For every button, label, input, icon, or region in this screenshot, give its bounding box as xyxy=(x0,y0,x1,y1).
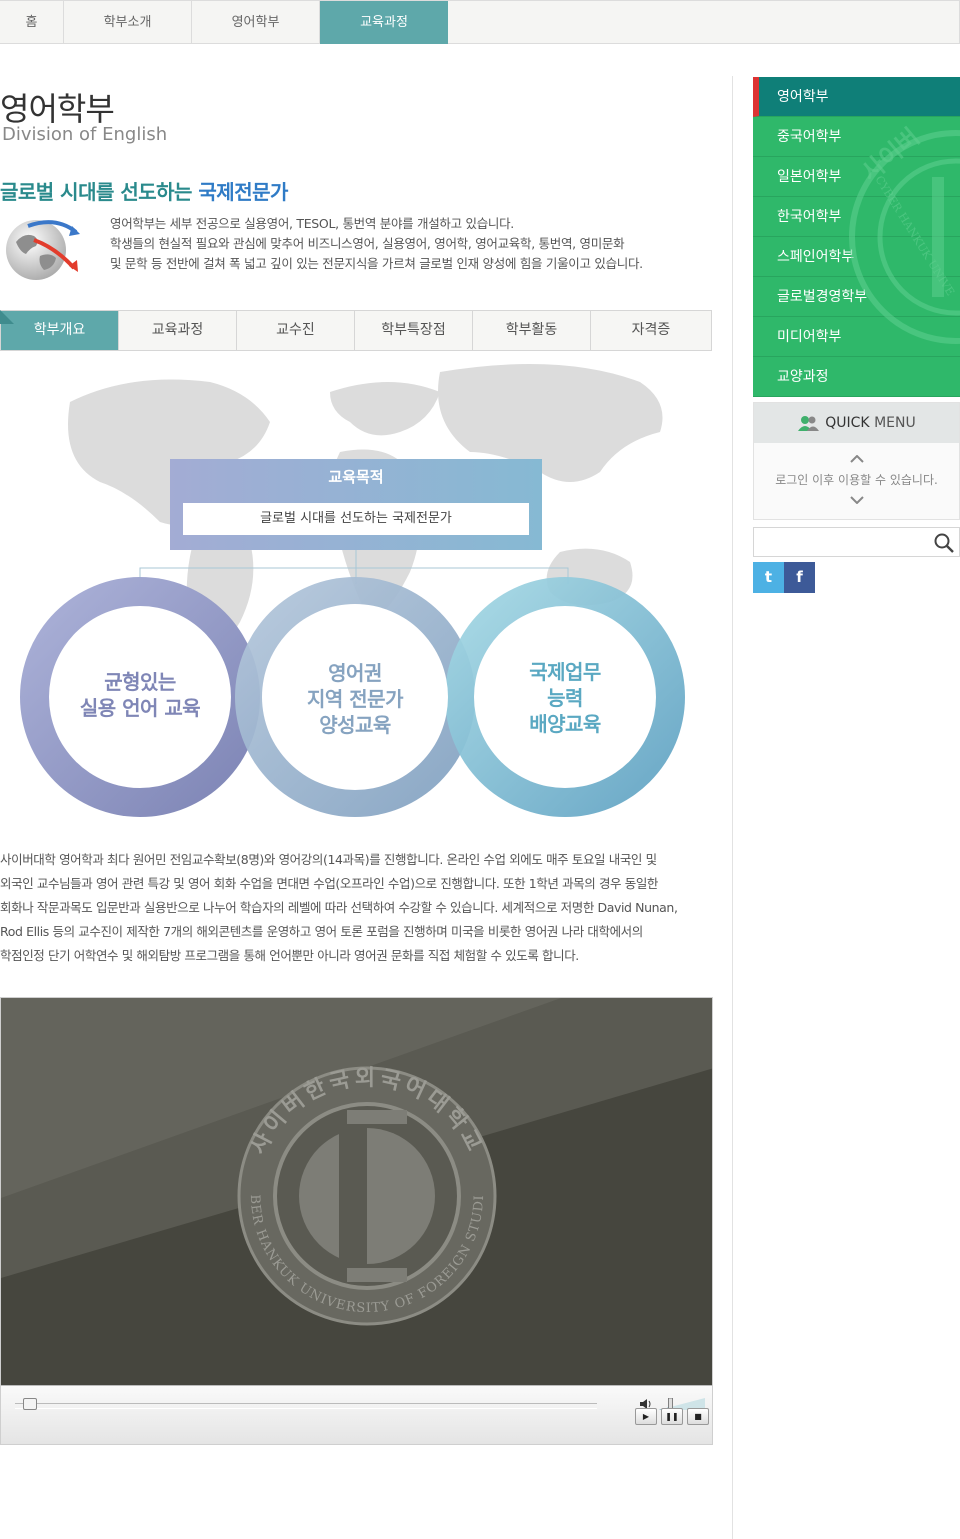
search-box xyxy=(753,527,960,557)
headline-part2: 국제전문가 xyxy=(198,180,288,204)
tab-faculty[interactable]: 교수진 xyxy=(237,311,355,350)
description-line: Rod Ellis 등의 교수진이 제작한 7개의 해외콘텐츠를 운영하고 영어… xyxy=(0,924,643,939)
intro-text: 영어학부는 세부 전공으로 실용영어, TESOL, 통번역 분야를 개설하고 … xyxy=(110,214,643,274)
facebook-icon: f xyxy=(796,568,803,586)
sidebar-item-korean[interactable]: 한국어학부 xyxy=(753,197,960,237)
breadcrumb-about[interactable]: 학부소개 xyxy=(64,1,192,44)
pause-button[interactable]: ❚❚ xyxy=(661,1408,683,1425)
seek-bar[interactable] xyxy=(15,1403,597,1409)
tab-curriculum[interactable]: 교육과정 xyxy=(119,311,237,350)
goal-title: 교육목적 xyxy=(328,468,384,486)
tab-overview[interactable]: 학부개요 xyxy=(1,311,119,350)
sidebar-item-japanese[interactable]: 일본어학부 xyxy=(753,157,960,197)
circle-label-3: 국제업무 능력 배양교육 xyxy=(529,660,601,736)
users-icon xyxy=(798,416,820,431)
intro-line: 및 문학 등 전반에 걸쳐 폭 넓고 깊이 있는 전문지식을 가르쳐 글로벌 인… xyxy=(110,256,643,271)
tab-features[interactable]: 학부특장점 xyxy=(355,311,473,350)
quick-menu-header: QUICK MENU xyxy=(754,403,959,443)
sidebar-item-media[interactable]: 미디어학부 xyxy=(753,317,960,357)
twitter-icon: t xyxy=(764,568,773,586)
video-frame: 사이버한국외국어대학교 CYBER HANKUK UNIVERSITY OF F… xyxy=(1,998,712,1385)
circle-label-1: 균형있는 실용 언어 교육 xyxy=(79,670,201,720)
sub-tabs: 학부개요 교육과정 교수진 학부특장점 학부활동 자격증 xyxy=(0,310,712,351)
sidebar-item-global-business[interactable]: 글로벌경영학부 xyxy=(753,277,960,317)
sidebar-item-english[interactable]: 영어학부 xyxy=(753,77,960,117)
description-line: 학점인정 단기 어학연수 및 해외탐방 프로그램을 통해 언어뿐만 아니라 영어… xyxy=(0,948,579,963)
seek-handle[interactable] xyxy=(23,1398,37,1410)
description-line: 회화나 작문과목도 입문반과 실용반으로 나누어 학습자의 레벨에 따라 선택하… xyxy=(0,900,678,915)
sidebar-menu: 영어학부 중국어학부 일본어학부 한국어학부 스페인어학부 글로벌경영학부 미디… xyxy=(753,77,960,397)
stop-button[interactable]: ■ xyxy=(687,1408,709,1425)
intro-line: 영어학부는 세부 전공으로 실용영어, TESOL, 통번역 분야를 개설하고 … xyxy=(110,216,514,231)
headline-part1: 글로벌 시대를 선도하는 xyxy=(0,180,199,204)
intro-line: 학생들의 현실적 필요와 관심에 맞추어 비즈니스영어, 실용영어, 영어학, … xyxy=(110,236,625,251)
video-player[interactable]: 사이버한국외국어대학교 CYBER HANKUK UNIVERSITY OF F… xyxy=(0,997,713,1445)
quick-menu-title-rest: MENU xyxy=(869,415,916,431)
play-button[interactable]: ▶ xyxy=(635,1408,657,1425)
chevron-up-icon[interactable] xyxy=(850,455,864,463)
breadcrumb: 홈 학부소개 영어학부 교육과정 xyxy=(0,0,960,44)
video-controls: ▶ ❚❚ ■ xyxy=(1,1385,712,1444)
breadcrumb-curriculum[interactable]: 교육과정 xyxy=(320,1,448,44)
search-icon[interactable] xyxy=(933,532,955,554)
twitter-button[interactable]: t xyxy=(753,562,784,593)
circle-label-2: 영어권 지역 전문가 양성교육 xyxy=(307,661,403,737)
quick-menu-message: 로그인 이후 이용할 수 있습니다. xyxy=(775,473,938,487)
sidebar-item-liberal-arts[interactable]: 교양과정 xyxy=(753,357,960,397)
quick-menu: QUICK MENU 로그인 이후 이용할 수 있습니다. xyxy=(753,402,960,520)
tab-corner-icon xyxy=(0,310,14,324)
education-goal-diagram xyxy=(20,364,685,817)
globe-icon xyxy=(6,220,80,280)
page-subtitle: Division of English xyxy=(2,124,168,145)
description-text: 사이버대학 영어학과 최다 원어민 전임교수확보(8명)와 영어강의(14과목)… xyxy=(0,848,712,968)
sidebar-item-spanish[interactable]: 스페인어학부 xyxy=(753,237,960,277)
sidebar-item-chinese[interactable]: 중국어학부 xyxy=(753,117,960,157)
search-input[interactable] xyxy=(754,528,930,556)
chevron-down-icon[interactable] xyxy=(850,496,864,504)
goal-text: 글로벌 시대를 선도하는 국제전문가 xyxy=(183,503,529,535)
breadcrumb-english[interactable]: 영어학부 xyxy=(192,1,320,44)
breadcrumb-home[interactable]: 홈 xyxy=(0,1,64,44)
headline: 글로벌 시대를 선도하는 국제전문가 xyxy=(0,176,288,205)
column-divider xyxy=(732,76,733,1539)
description-line: 사이버대학 영어학과 최다 원어민 전임교수확보(8명)와 영어강의(14과목)… xyxy=(0,852,657,867)
facebook-button[interactable]: f xyxy=(784,562,815,593)
tab-certificates[interactable]: 자격증 xyxy=(591,311,711,350)
description-line: 외국인 교수님들과 영어 관련 특강 및 영어 회화 수업을 면대면 수업(오프… xyxy=(0,876,659,891)
quick-menu-title-bold: QUICK xyxy=(825,415,870,431)
tab-activities[interactable]: 학부활동 xyxy=(473,311,591,350)
